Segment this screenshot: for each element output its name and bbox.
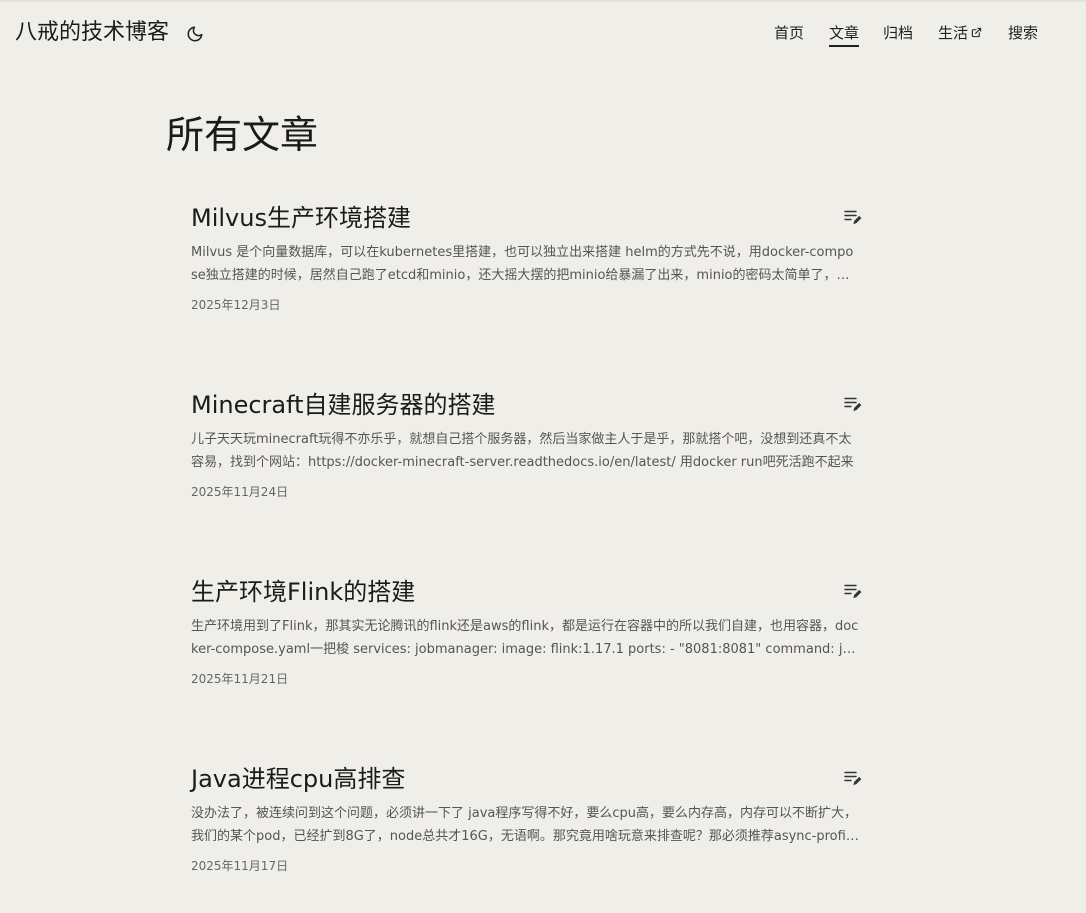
post-summary: 生产环境用到了Flink，那其实无论腾讯的flink还是aws的flink，都是… bbox=[191, 619, 859, 657]
nav-home[interactable]: 首页 bbox=[774, 22, 804, 44]
main-nav: 首页 文章 归档 生活 搜索 bbox=[0, 22, 1086, 50]
post-date: 2025年11月24日 bbox=[191, 485, 289, 499]
post-date: 2025年11月21日 bbox=[191, 672, 289, 686]
post-card[interactable]: Minecraft自建服务器的搭建 儿子天天玩minecraft玩得不亦乐乎，就… bbox=[191, 389, 863, 529]
edit-note-icon bbox=[844, 397, 862, 412]
external-link-icon bbox=[971, 27, 982, 38]
post-card[interactable]: 生产环境Flink的搭建 生产环境用到了Flink，那其实无论腾讯的flink还… bbox=[191, 576, 863, 716]
post-title[interactable]: Java进程cpu高排查 bbox=[191, 763, 405, 795]
post-date: 2025年12月3日 bbox=[191, 298, 281, 312]
post-title[interactable]: Milvus生产环境搭建 bbox=[191, 202, 411, 234]
post-summary: 没办法了，被连续问到这个问题，必须讲一下了 java程序写得不好，要么cpu高，… bbox=[191, 806, 858, 844]
post-title[interactable]: 生产环境Flink的搭建 bbox=[191, 576, 415, 608]
edit-note-icon bbox=[844, 584, 862, 599]
nav-archive[interactable]: 归档 bbox=[883, 22, 913, 44]
edit-note-icon bbox=[844, 771, 862, 786]
nav-posts[interactable]: 文章 bbox=[829, 22, 860, 47]
post-title[interactable]: Minecraft自建服务器的搭建 bbox=[191, 389, 496, 421]
nav-life[interactable]: 生活 bbox=[938, 22, 982, 44]
page-title: 所有文章 bbox=[166, 113, 319, 157]
nav-search[interactable]: 搜索 bbox=[1008, 22, 1038, 44]
post-card[interactable]: Milvus生产环境搭建 Milvus 是个向量数据库，可以在kubernete… bbox=[191, 202, 863, 342]
edit-note-icon bbox=[844, 210, 862, 225]
post-card[interactable]: Java进程cpu高排查 没办法了，被连续问到这个问题，必须讲一下了 java程… bbox=[191, 763, 863, 903]
post-summary: Milvus 是个向量数据库，可以在kubernetes里搭建，也可以独立出来搭… bbox=[191, 245, 854, 283]
site-header: 八戒的技术博客 首页 文章 归档 生活 搜索 bbox=[0, 2, 1086, 62]
post-summary: 儿子天天玩minecraft玩得不亦乐乎，就想自己搭个服务器，然后当家做主人于是… bbox=[191, 432, 854, 470]
nav-life-label: 生活 bbox=[938, 24, 969, 42]
post-date: 2025年11月17日 bbox=[191, 859, 289, 873]
